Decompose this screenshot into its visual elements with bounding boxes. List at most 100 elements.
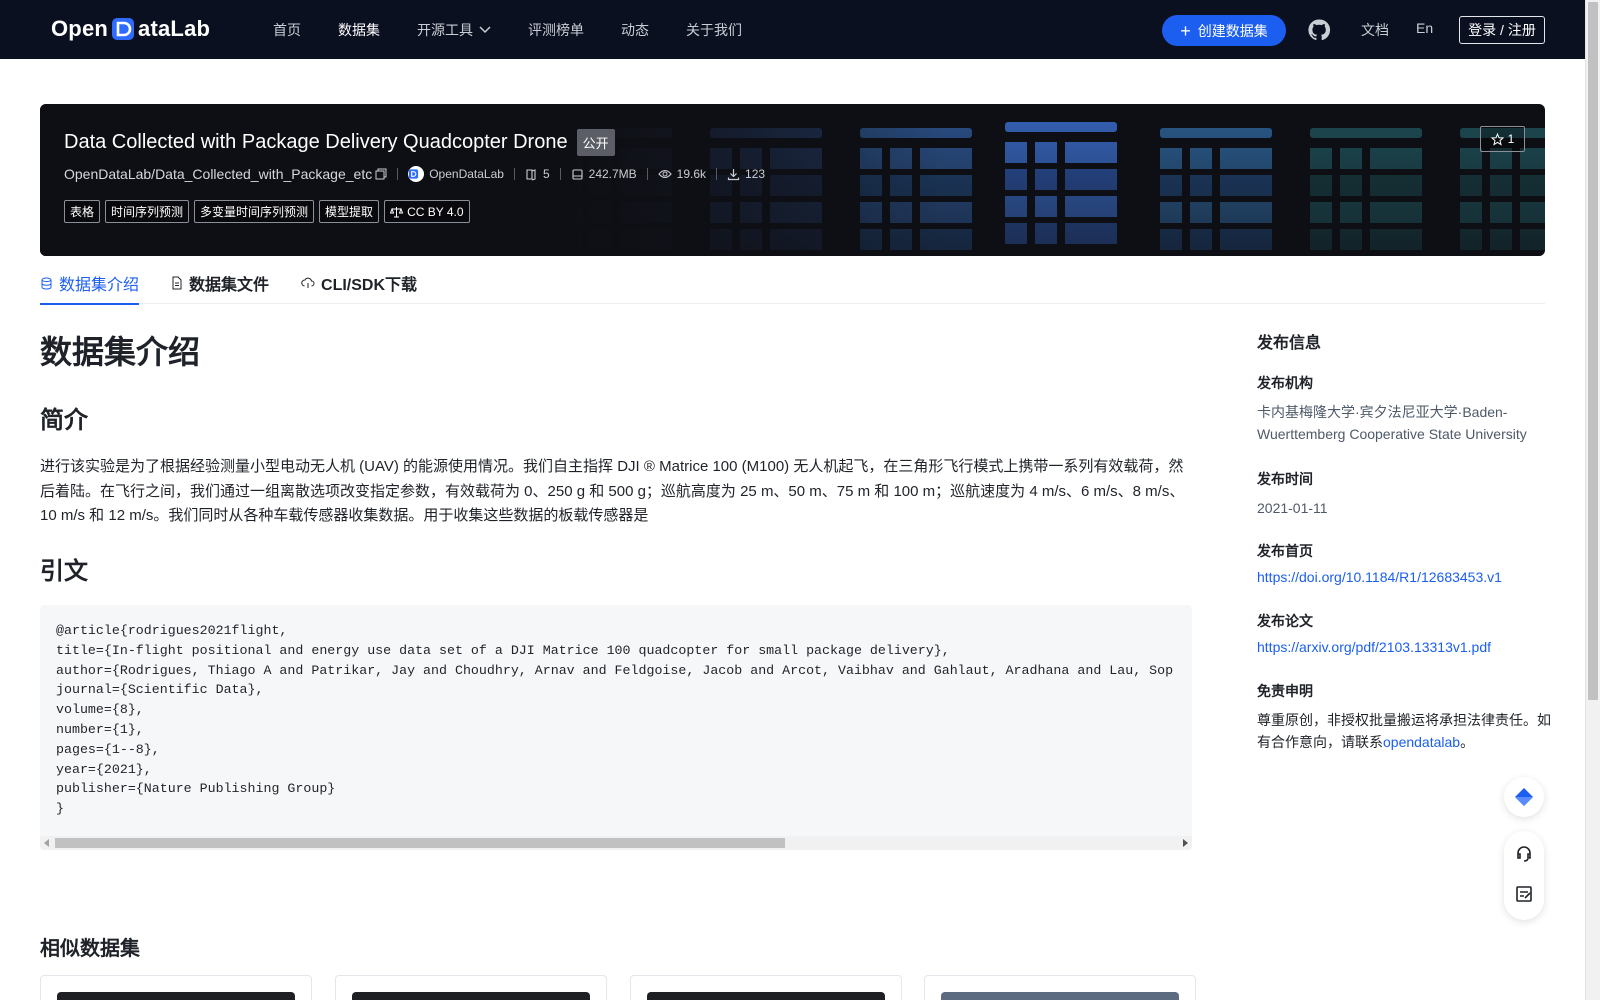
dataset-size: 242.7MB	[571, 167, 637, 181]
divider	[559, 168, 561, 180]
nav-open-tools-label: 开源工具	[417, 21, 473, 38]
homepage-label: 发布首页	[1257, 543, 1313, 559]
similar-dataset-thumbnail	[57, 992, 295, 1000]
download-icon	[727, 168, 740, 180]
tab-dataset-intro[interactable]: 数据集介绍	[40, 262, 140, 305]
cloud-download-icon	[301, 277, 315, 288]
similar-dataset-card[interactable]	[630, 975, 902, 1000]
assistant-button[interactable]	[1504, 777, 1544, 817]
feedback-edit-icon[interactable]	[1514, 884, 1534, 904]
similar-dataset-card[interactable]	[924, 975, 1196, 1000]
view-count-value: 19.6k	[676, 167, 707, 181]
tag-item[interactable]: 多变量时间序列预测	[194, 200, 315, 223]
divider	[716, 168, 718, 180]
similar-dataset-thumbnail	[352, 992, 590, 1000]
top-navbar: Open ataLab 首页 数据集 开源工具 评测榜单 动态 关于我们 + 创…	[0, 0, 1585, 59]
star-icon	[1490, 132, 1504, 146]
tab-cli-sdk[interactable]: CLI/SDK下载	[301, 262, 417, 304]
database-icon	[41, 277, 52, 290]
tag-list: 表格 时间序列预测 多变量时间序列预测 模型提取 CC BY 4.0	[64, 200, 475, 223]
scroll-right-arrow-icon[interactable]	[1183, 839, 1188, 847]
floating-toolbar	[1504, 831, 1544, 920]
tag-item[interactable]: 时间序列预测	[105, 200, 190, 223]
login-register-button[interactable]: 登录 / 注册	[1459, 16, 1545, 44]
scale-icon	[390, 206, 404, 217]
download-count-value: 123	[745, 167, 766, 181]
dataset-meta-row: OpenDataLab/Data_Collected_with_Package_…	[64, 166, 765, 182]
file-count: 5	[525, 167, 550, 181]
code-horizontal-scrollbar[interactable]	[40, 836, 1192, 850]
org-link[interactable]: OpenDataLab	[408, 166, 504, 182]
similar-datasets-list	[40, 975, 1196, 1000]
publish-date-value: 2021-01-11	[1257, 500, 1328, 516]
tab-cli-sdk-label: CLI/SDK下载	[321, 277, 418, 294]
publish-date-label: 发布时间	[1257, 471, 1313, 487]
plus-icon: +	[1180, 20, 1191, 41]
publish-info-sidebar: 发布信息 发布机构 卡内基梅隆大学·宾夕法尼亚大学·Baden-Wuerttem…	[1257, 329, 1557, 753]
similar-dataset-card[interactable]	[40, 975, 312, 1000]
similar-dataset-thumbnail	[941, 992, 1179, 1000]
page-scrollbar[interactable]	[1585, 0, 1600, 1000]
code-scrollbar-thumb[interactable]	[55, 838, 785, 848]
language-switch[interactable]: En	[1416, 20, 1433, 36]
divider	[646, 168, 648, 180]
contact-link[interactable]: opendatalab	[1383, 734, 1460, 750]
scroll-left-arrow-icon[interactable]	[44, 839, 49, 847]
nav-about[interactable]: 关于我们	[686, 20, 742, 40]
tab-dataset-intro-label: 数据集介绍	[59, 277, 140, 294]
citation-code: @article{rodrigues2021flight, title={In-…	[56, 623, 1174, 817]
star-button[interactable]: 1	[1480, 126, 1525, 152]
intro-paragraph: 进行该实验是为了根据经验测量小型电动无人机 (UAV) 的能源使用情况。我们自主…	[40, 458, 1185, 524]
create-dataset-button[interactable]: + 创建数据集	[1162, 15, 1286, 46]
logo-text-open: Open	[51, 16, 109, 41]
page-title: 数据集介绍	[40, 334, 201, 370]
nav-leaderboard[interactable]: 评测榜单	[528, 20, 584, 40]
chevron-down-icon	[479, 25, 491, 33]
tag-item[interactable]: 表格	[64, 200, 101, 223]
create-dataset-label: 创建数据集	[1197, 22, 1268, 39]
nav-open-tools[interactable]: 开源工具	[417, 20, 491, 40]
org-avatar	[408, 166, 425, 182]
eye-icon	[657, 169, 672, 179]
homepage-link[interactable]: https://doi.org/10.1184/R1/12683453.v1	[1257, 569, 1557, 585]
file-icon	[172, 276, 182, 290]
dataset-banner: Data Collected with Package Delivery Qua…	[40, 104, 1545, 256]
license-label: CC BY 4.0	[407, 204, 464, 219]
github-icon[interactable]	[1307, 18, 1331, 42]
tag-item[interactable]: 模型提取	[319, 200, 380, 223]
nav-datasets[interactable]: 数据集	[338, 20, 380, 40]
divider	[397, 168, 399, 180]
intro-heading: 简介	[40, 407, 88, 434]
download-count: 123	[727, 167, 765, 181]
opendatalab-logo[interactable]: Open ataLab	[51, 14, 210, 44]
logo-text-datalab: ataLab	[138, 16, 211, 41]
citation-code-block[interactable]: @article{rodrigues2021flight, title={In-…	[40, 605, 1192, 850]
license-tag[interactable]: CC BY 4.0	[384, 200, 470, 223]
disclaimer-label: 免责申明	[1257, 683, 1313, 699]
copy-icon[interactable]	[375, 168, 387, 180]
nav-docs[interactable]: 文档	[1361, 20, 1389, 40]
paper-link[interactable]: https://arxiv.org/pdf/2103.13313v1.pdf	[1257, 639, 1557, 655]
citation-heading: 引文	[40, 558, 88, 585]
star-count: 1	[1507, 132, 1515, 146]
nav-home[interactable]: 首页	[273, 20, 301, 40]
paper-label: 发布论文	[1257, 613, 1313, 629]
repo-path: OpenDataLab/Data_Collected_with_Package_…	[64, 166, 373, 182]
org-name: OpenDataLab	[429, 167, 504, 181]
file-count-value: 5	[542, 167, 550, 181]
similar-dataset-thumbnail	[647, 992, 885, 1000]
disclaimer-end: 。	[1460, 734, 1475, 750]
scrollbar-thumb[interactable]	[1588, 2, 1598, 700]
storage-icon	[572, 168, 583, 180]
publisher-value: 卡内基梅隆大学·宾夕法尼亚大学·Baden-Wuerttemberg Coope…	[1257, 404, 1527, 442]
nav-news[interactable]: 动态	[621, 20, 649, 40]
assistant-logo-icon	[1515, 788, 1533, 806]
visibility-badge: 公开	[576, 129, 615, 156]
publisher-label: 发布机构	[1257, 375, 1313, 391]
view-count: 19.6k	[657, 167, 707, 181]
files-icon	[526, 168, 536, 181]
headset-icon[interactable]	[1514, 844, 1534, 864]
similar-dataset-card[interactable]	[335, 975, 607, 1000]
similar-datasets-heading: 相似数据集	[40, 938, 140, 960]
tab-dataset-files[interactable]: 数据集文件	[171, 262, 269, 304]
